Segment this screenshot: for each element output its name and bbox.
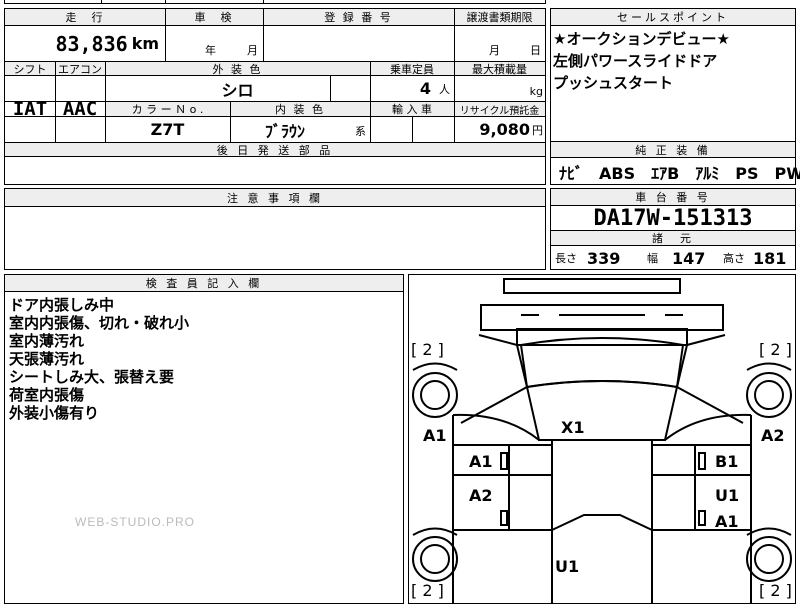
capacity-label: 乗車定員 — [390, 62, 434, 76]
damage-count-front-right: [ 2 ] — [759, 340, 792, 359]
notes-label: 注 意 事 項 欄 — [5, 189, 545, 207]
length-label: 長さ — [555, 252, 577, 265]
chassis-label: 車 台 番 号 — [551, 189, 795, 206]
transfer-deadline-label: 譲渡書類期限 — [466, 11, 533, 24]
car-diagram-box: [ 2 ] [ 2 ] [ 2 ] [ 2 ] X1 A1 A2 A1 B1 A… — [408, 274, 796, 604]
damage-mark-left-rear-door: A2 — [469, 486, 493, 505]
color-no-label: カ ラ ー Ｎ o . — [131, 103, 204, 116]
inspector-line: 室内薄汚れ — [9, 332, 85, 350]
damage-mark-right-front-door: B1 — [715, 452, 739, 471]
watermark: WEB-STUDIO.PRO — [75, 515, 196, 529]
dimensions-box: 諸 元 長さ 339 幅 147 高さ 181 — [550, 230, 796, 270]
sales-point-lines: ★オークションデビュー★ 左側パワースライドドア プッシュスタート — [551, 26, 795, 92]
ac-label: エアコン — [58, 62, 102, 76]
inspector-line: 外装小傷有り — [9, 404, 100, 422]
damage-mark-left-front-door: A1 — [469, 452, 493, 471]
car-outline-diagram — [412, 278, 792, 603]
inspector-line: シートしみ大、張替え要 — [9, 368, 175, 386]
damage-count-rear-right: [ 2 ] — [759, 581, 792, 600]
shift-label: シフト — [13, 62, 47, 76]
color-no-value: Z7T — [150, 120, 185, 139]
genuine-equipment-value: ﾅﾋﾞ ABS ｴｱB ｱﾙﾐ PS PW — [559, 163, 800, 183]
ac-value: AAC — [62, 98, 98, 120]
chassis-number: DA17W-151313 — [593, 206, 753, 231]
recycle-unit: 円 — [532, 123, 543, 137]
inspection-year-unit: 年 — [205, 44, 216, 57]
inspector-line: 室内内張傷、切れ・破れ小 — [9, 314, 190, 332]
inspector-line: 荷室内張傷 — [9, 386, 85, 404]
inspector-label: 検 査 員 記 入 欄 — [5, 275, 403, 292]
inspector-line: ドア内張しみ中 — [9, 296, 115, 314]
interior-color-suffix: 系 — [355, 125, 366, 138]
exterior-color-label: 外 装 色 — [212, 62, 263, 76]
damage-count-front-left: [ 2 ] — [411, 340, 444, 359]
sales-point-line: プッシュスタート — [553, 74, 674, 92]
max-load-label: 最大積載量 — [472, 62, 527, 76]
damage-mark-right-outer: A2 — [761, 426, 785, 445]
width-label: 幅 — [647, 252, 658, 265]
exterior-color-value: シロ — [221, 80, 254, 100]
damage-mark-rear: U1 — [555, 557, 580, 576]
capacity-unit: 人 — [439, 82, 450, 96]
transfer-day-unit: 日 — [530, 44, 541, 57]
mileage-label: 走 行 — [65, 11, 105, 24]
interior-color-label: 内 装 色 — [275, 103, 325, 116]
recycle-value: 9,080 — [479, 120, 530, 139]
damage-count-rear-left: [ 2 ] — [411, 581, 444, 600]
registration-label: 登 録 番 号 — [324, 11, 393, 24]
max-load-unit: kg — [529, 84, 543, 98]
shift-value: IAT — [12, 98, 48, 120]
genuine-equipment-label: 純 正 装 備 — [551, 142, 795, 158]
recycle-label: リサイクル預託金 — [459, 105, 540, 117]
sales-point-line: 左側パワースライドドア — [553, 52, 718, 70]
dimensions-label: 諸 元 — [551, 231, 795, 246]
interior-color-value: ﾌﾞﾗｳﾝ — [264, 121, 305, 141]
height-label: 高さ — [723, 252, 745, 265]
damage-mark-left-outer: A1 — [423, 426, 447, 445]
sales-point-label: セールスポイント — [551, 9, 795, 26]
damage-mark-right-rear-door: U1 — [715, 486, 740, 505]
transfer-month-unit: 月 — [489, 44, 500, 57]
inspection-month-unit: 月 — [247, 44, 258, 57]
inspector-box: 検 査 員 記 入 欄 ドア内張しみ中 室内内張傷、切れ・破れ小 室内薄汚れ 天… — [4, 274, 404, 604]
height-value: 181 — [753, 248, 787, 268]
inspection-label: 車 検 — [194, 11, 234, 24]
top-stub-row — [4, 0, 546, 4]
capacity-value: 4 — [419, 79, 431, 98]
notes-box: 注 意 事 項 欄 — [4, 188, 546, 270]
import-label: 輸 入 車 — [392, 103, 432, 116]
sales-point-box: セールスポイント ★オークションデビュー★ 左側パワースライドドア プッシュスタ… — [550, 8, 796, 142]
chassis-box: 車 台 番 号 DA17W-151313 — [550, 188, 796, 232]
genuine-equipment-box: 純 正 装 備 ﾅﾋﾞ ABS ｴｱB ｱﾙﾐ PS PW — [550, 141, 800, 185]
width-value: 147 — [672, 248, 706, 268]
vehicle-info-box: 走 行 車 検 登 録 番 号 譲渡書類期限 83,836 km 年 月 月 日… — [4, 8, 546, 185]
damage-mark-right-rear-lower: A1 — [715, 512, 739, 531]
damage-mark-roof: X1 — [561, 418, 585, 437]
mileage-value: 83,836 — [55, 31, 128, 56]
sales-point-line: ★オークションデビュー★ — [553, 30, 730, 48]
inspector-line: 天張薄汚れ — [9, 350, 85, 368]
later-parts-label: 後 日 発 送 部 品 — [216, 143, 334, 157]
mileage-unit: km — [131, 34, 159, 53]
length-value: 339 — [587, 248, 621, 268]
